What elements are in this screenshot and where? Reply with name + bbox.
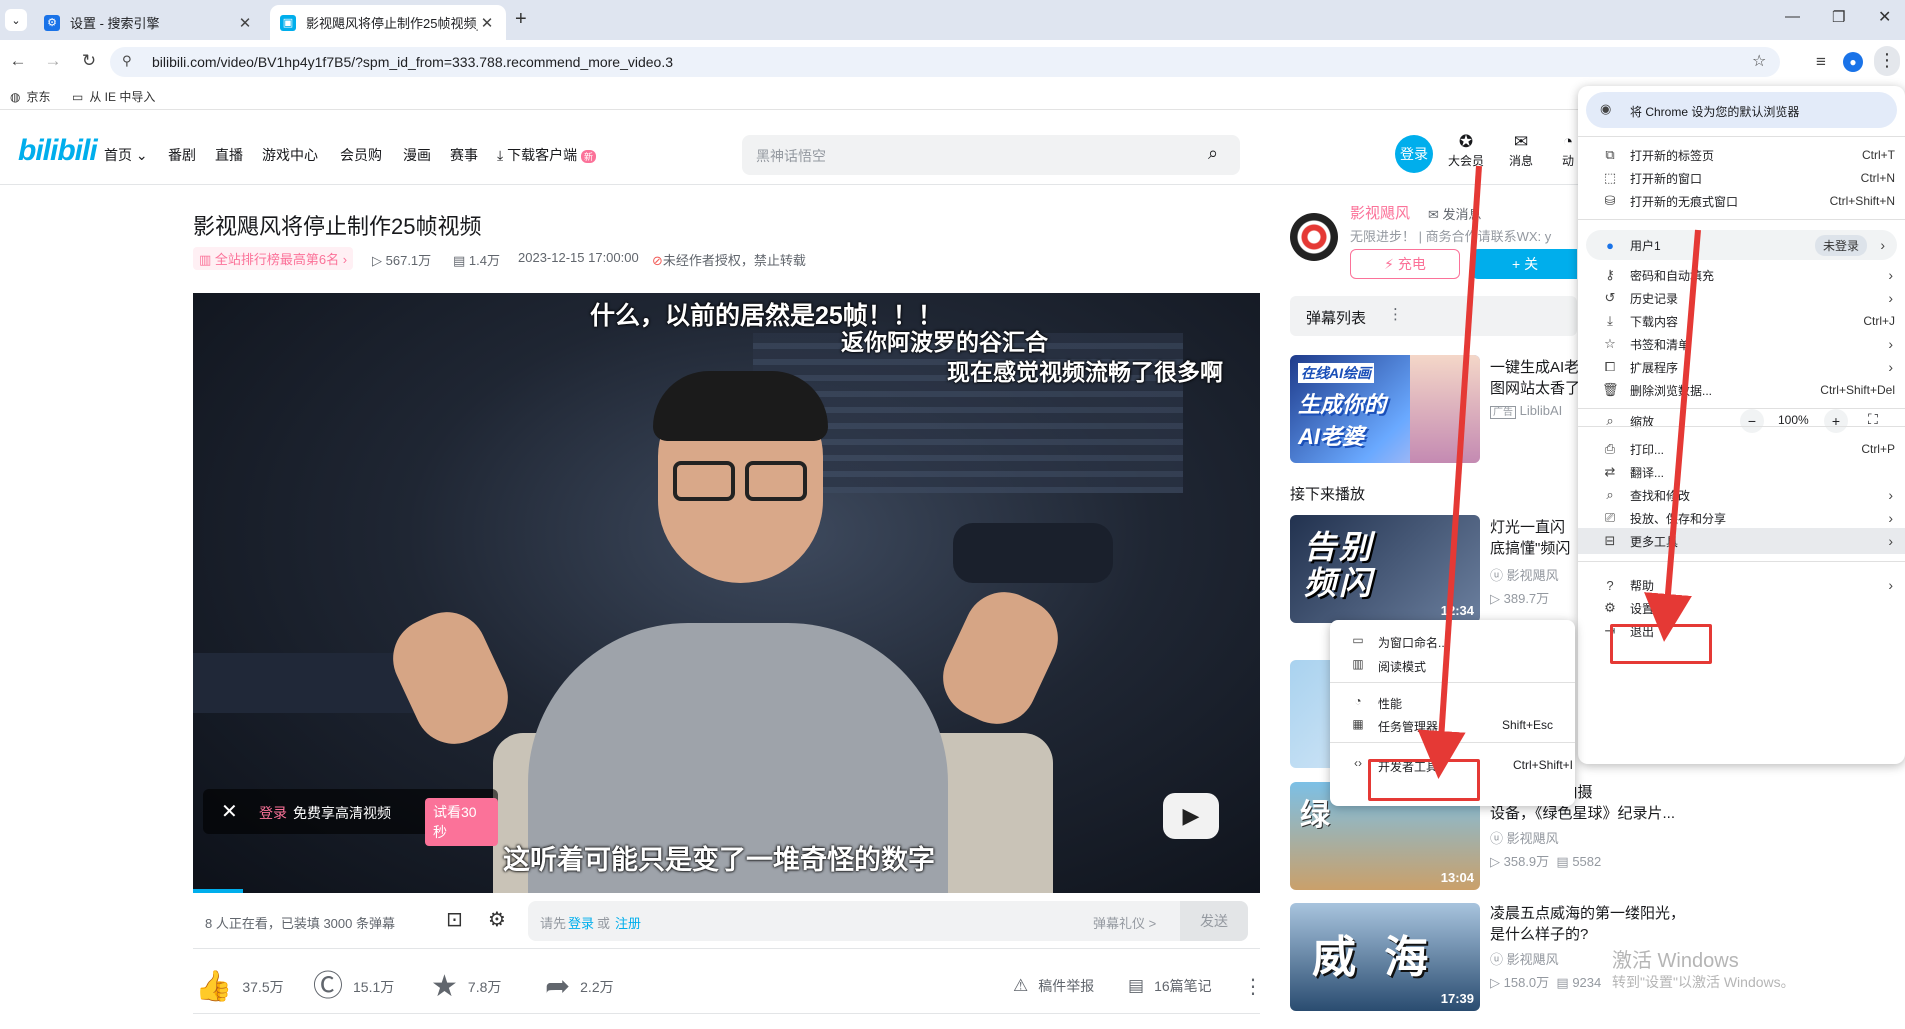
arrow-to-more-tools: [1644, 229, 1701, 642]
arrow-to-developer-tools: [1417, 165, 1482, 779]
annotation-arrows: [1417, 165, 1701, 779]
